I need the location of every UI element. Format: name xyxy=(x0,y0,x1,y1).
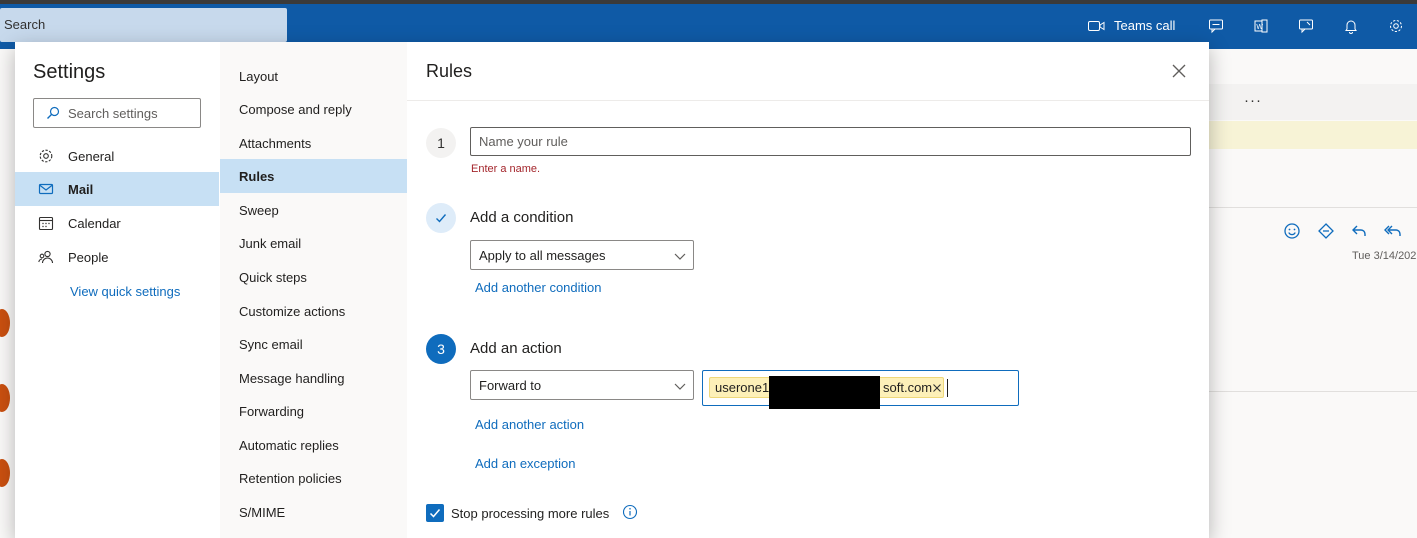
search-settings-input[interactable] xyxy=(66,104,196,122)
redaction-block xyxy=(769,376,880,409)
checkmark-icon xyxy=(429,509,441,518)
condition-dropdown[interactable]: Apply to all messages xyxy=(470,240,694,270)
mail-nav-forwarding[interactable]: Forwarding xyxy=(220,394,407,428)
search-icon xyxy=(47,106,60,119)
settings-gear-icon[interactable] xyxy=(1388,18,1404,34)
mail-settings-nav: Layout Compose and reply Attachments Rul… xyxy=(220,42,407,538)
condition-section-title: Add a condition xyxy=(470,209,574,226)
teams-call-label: Teams call xyxy=(1114,18,1176,33)
mail-nav-smime[interactable]: S/MIME xyxy=(220,495,407,529)
mail-nav-junk-email[interactable]: Junk email xyxy=(220,226,407,260)
reply-icon[interactable] xyxy=(1350,222,1368,240)
mail-nav-attachments[interactable]: Attachments xyxy=(220,126,407,160)
mail-nav-retention-policies[interactable]: Retention policies xyxy=(220,461,407,495)
recipient-pill[interactable]: userone1 soft.com xyxy=(709,376,944,409)
nav-item-general[interactable]: General xyxy=(15,139,219,173)
divider xyxy=(1209,391,1417,392)
chat-icon[interactable] xyxy=(1208,18,1224,34)
svg-text:W: W xyxy=(1256,24,1263,31)
gear-icon xyxy=(39,149,53,163)
step-3-badge: 3 xyxy=(426,334,456,364)
settings-category-nav: Settings General Mail Calendar People Vi… xyxy=(15,42,220,538)
remove-recipient-button[interactable] xyxy=(932,383,942,393)
add-another-action-link[interactable]: Add another action xyxy=(475,417,584,432)
video-icon xyxy=(1088,20,1105,31)
recipient-end: soft.com xyxy=(883,380,933,395)
action-dropdown[interactable]: Forward to xyxy=(470,370,694,400)
calendar-icon xyxy=(38,216,54,231)
background-info-bar xyxy=(1209,121,1417,149)
chevron-down-icon xyxy=(674,383,686,390)
close-icon xyxy=(1172,64,1186,78)
forward-recipient-input[interactable]: userone1 soft.com xyxy=(702,370,1019,409)
message-date: Tue 3/14/202 xyxy=(1352,250,1417,262)
office-icon[interactable]: W xyxy=(1253,18,1269,34)
nav-item-label: People xyxy=(68,249,109,265)
recipient-start: userone1 xyxy=(715,380,770,395)
more-options-button[interactable]: ··· xyxy=(1244,92,1262,109)
settings-dialog: Settings General Mail Calendar People Vi… xyxy=(15,42,1209,538)
app-search-label: Search xyxy=(4,17,46,32)
mail-nav-message-handling[interactable]: Message handling xyxy=(220,361,407,395)
reply-all-icon[interactable] xyxy=(1384,222,1402,240)
tag-icon[interactable] xyxy=(1317,222,1335,240)
step-1-badge: 1 xyxy=(426,128,456,158)
mail-nav-customize-actions[interactable]: Customize actions xyxy=(220,294,407,328)
teams-call-button[interactable]: Teams call xyxy=(1088,18,1175,33)
feedback-icon[interactable] xyxy=(1298,18,1314,34)
mail-nav-rules[interactable]: Rules xyxy=(220,159,407,193)
chevron-down-icon xyxy=(674,253,686,260)
mail-icon xyxy=(38,183,54,195)
settings-title: Settings xyxy=(33,61,106,83)
condition-dropdown-value: Apply to all messages xyxy=(479,247,606,263)
people-icon xyxy=(38,250,54,264)
add-exception-link[interactable]: Add an exception xyxy=(475,456,575,471)
info-icon[interactable] xyxy=(622,504,638,520)
text-cursor xyxy=(947,379,948,397)
step-2-complete-badge xyxy=(426,203,456,233)
nav-item-label: Mail xyxy=(68,181,94,197)
bell-icon[interactable] xyxy=(1343,18,1359,34)
close-icon xyxy=(933,384,941,392)
nav-item-people[interactable]: People xyxy=(15,240,219,274)
mail-nav-compose-and-reply[interactable]: Compose and reply xyxy=(220,92,407,126)
search-settings-box[interactable] xyxy=(33,98,201,128)
rules-panel: Rules 1 Enter a name. Add a condition Ap… xyxy=(407,42,1209,538)
mail-nav-automatic-replies[interactable]: Automatic replies xyxy=(220,428,407,462)
divider xyxy=(1209,207,1417,208)
mail-nav-quick-steps[interactable]: Quick steps xyxy=(220,260,407,294)
rule-name-error: Enter a name. xyxy=(471,163,541,175)
rule-name-input[interactable] xyxy=(470,127,1191,156)
checkmark-icon xyxy=(436,214,447,223)
mail-nav-sync-email[interactable]: Sync email xyxy=(220,327,407,361)
mail-nav-layout[interactable]: Layout xyxy=(220,59,407,93)
page-title: Rules xyxy=(426,61,473,81)
add-another-condition-link[interactable]: Add another condition xyxy=(475,280,601,295)
close-button[interactable] xyxy=(1170,62,1188,80)
action-dropdown-value: Forward to xyxy=(479,377,542,393)
stop-processing-checkbox[interactable] xyxy=(426,504,444,522)
view-quick-settings-link[interactable]: View quick settings xyxy=(70,284,180,299)
mail-nav-sweep[interactable]: Sweep xyxy=(220,193,407,227)
action-section-title: Add an action xyxy=(470,340,562,357)
divider xyxy=(407,100,1209,101)
nav-item-label: General xyxy=(68,148,115,164)
background-command-bar xyxy=(1209,84,1417,120)
nav-item-mail[interactable]: Mail xyxy=(15,172,219,206)
stop-processing-label: Stop processing more rules xyxy=(451,506,610,521)
nav-item-label: Calendar xyxy=(68,215,121,231)
emoji-icon[interactable] xyxy=(1283,222,1301,240)
nav-item-calendar[interactable]: Calendar xyxy=(15,206,219,240)
app-search-box[interactable]: Search xyxy=(0,8,287,42)
